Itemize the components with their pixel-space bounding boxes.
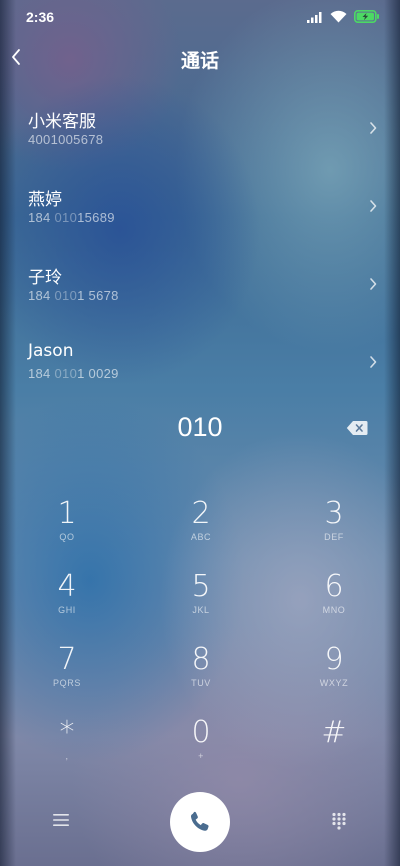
key-letters: ABC xyxy=(190,532,212,542)
key-digit: 8 xyxy=(191,642,211,677)
key-digit: 4 xyxy=(57,569,77,604)
key-5[interactable]: 5 JKL xyxy=(134,551,268,624)
contact-number: 184 0101 5678 xyxy=(28,288,119,303)
chevron-right-icon[interactable] xyxy=(368,354,378,370)
key-letters: JKL xyxy=(192,605,210,615)
page-title: 通话 xyxy=(180,50,219,72)
key-digit: 9 xyxy=(324,642,344,677)
dialed-number: 010 xyxy=(177,412,223,442)
key-0[interactable]: 0 + xyxy=(134,697,268,770)
key-9[interactable]: 9 WXYZ xyxy=(268,624,400,697)
contact-row[interactable]: Jason 184 0101 0029 xyxy=(0,326,400,404)
key-digit: 3 xyxy=(324,496,344,531)
dial-keypad: 1 QO 2 ABC 3 DEF 4 GHI 5 JKL 6 MNO 7 PQR… xyxy=(0,478,400,770)
key-digit: 5 xyxy=(191,569,211,604)
key-1[interactable]: 1 QO xyxy=(0,478,134,551)
key-letters: TUV xyxy=(191,678,211,688)
key-digit: 7 xyxy=(57,642,77,677)
key-digit: # xyxy=(321,715,347,750)
key-8[interactable]: 8 TUV xyxy=(134,624,268,697)
battery-charging-icon xyxy=(354,10,379,23)
status-time: 2:36 xyxy=(26,9,55,25)
key-6[interactable]: 6 MNO xyxy=(268,551,400,624)
key-letters: MNO xyxy=(322,605,346,615)
key-letters: GHI xyxy=(58,605,76,615)
key-4[interactable]: 4 GHI xyxy=(0,551,134,624)
key-letters: WXYZ xyxy=(319,678,349,688)
contact-suggestion-list: 小米客服 4001005678 燕婷 184 01015689 子玲 184 0… xyxy=(0,92,400,404)
key-letters: PQRS xyxy=(53,678,81,688)
key-letters: + xyxy=(198,751,204,761)
key-star[interactable]: * , xyxy=(0,697,134,770)
contact-number: 184 0101 0029 xyxy=(28,366,119,381)
contact-name: Jason xyxy=(28,341,74,361)
bottom-action-bar xyxy=(0,790,400,852)
chevron-right-icon[interactable] xyxy=(368,276,378,292)
key-digit: 1 xyxy=(57,496,77,531)
contact-number: 4001005678 xyxy=(28,132,104,147)
key-letters: QO xyxy=(59,532,75,542)
chevron-right-icon[interactable] xyxy=(368,120,378,136)
menu-button[interactable] xyxy=(52,812,70,828)
menu-icon xyxy=(53,814,69,826)
key-3[interactable]: 3 DEF xyxy=(268,478,400,551)
key-7[interactable]: 7 PQRS xyxy=(0,624,134,697)
chevron-right-icon[interactable] xyxy=(368,198,378,214)
contact-row[interactable]: 子玲 184 0101 5678 xyxy=(0,248,400,326)
key-letters: DEF xyxy=(324,532,344,542)
delete-button[interactable] xyxy=(346,420,368,436)
contact-row[interactable]: 小米客服 4001005678 xyxy=(0,92,400,170)
key-digit: * xyxy=(59,715,75,750)
signal-icon xyxy=(307,11,322,23)
wifi-icon xyxy=(330,10,347,23)
contact-row[interactable]: 燕婷 184 01015689 xyxy=(0,170,400,248)
dialpad-icon xyxy=(332,812,346,830)
dialpad-toggle-button[interactable] xyxy=(331,812,347,830)
key-hash[interactable]: # xyxy=(268,697,400,770)
contact-name: 子玲 xyxy=(28,268,62,288)
contact-number: 184 01015689 xyxy=(28,210,115,225)
key-digit: 0 xyxy=(191,715,211,750)
key-letters: , xyxy=(65,751,69,761)
key-2[interactable]: 2 ABC xyxy=(134,478,268,551)
status-icons xyxy=(307,10,380,23)
key-digit: 6 xyxy=(324,569,344,604)
call-button[interactable] xyxy=(170,792,230,852)
header: 通话 xyxy=(0,40,400,76)
dialed-number-area: 010 xyxy=(0,400,400,458)
key-digit: 2 xyxy=(191,496,211,531)
backspace-icon xyxy=(346,421,368,435)
contact-name: 小米客服 xyxy=(28,112,96,132)
status-bar: 2:36 xyxy=(0,0,400,34)
contact-name: 燕婷 xyxy=(28,190,62,210)
phone-icon xyxy=(190,811,209,831)
